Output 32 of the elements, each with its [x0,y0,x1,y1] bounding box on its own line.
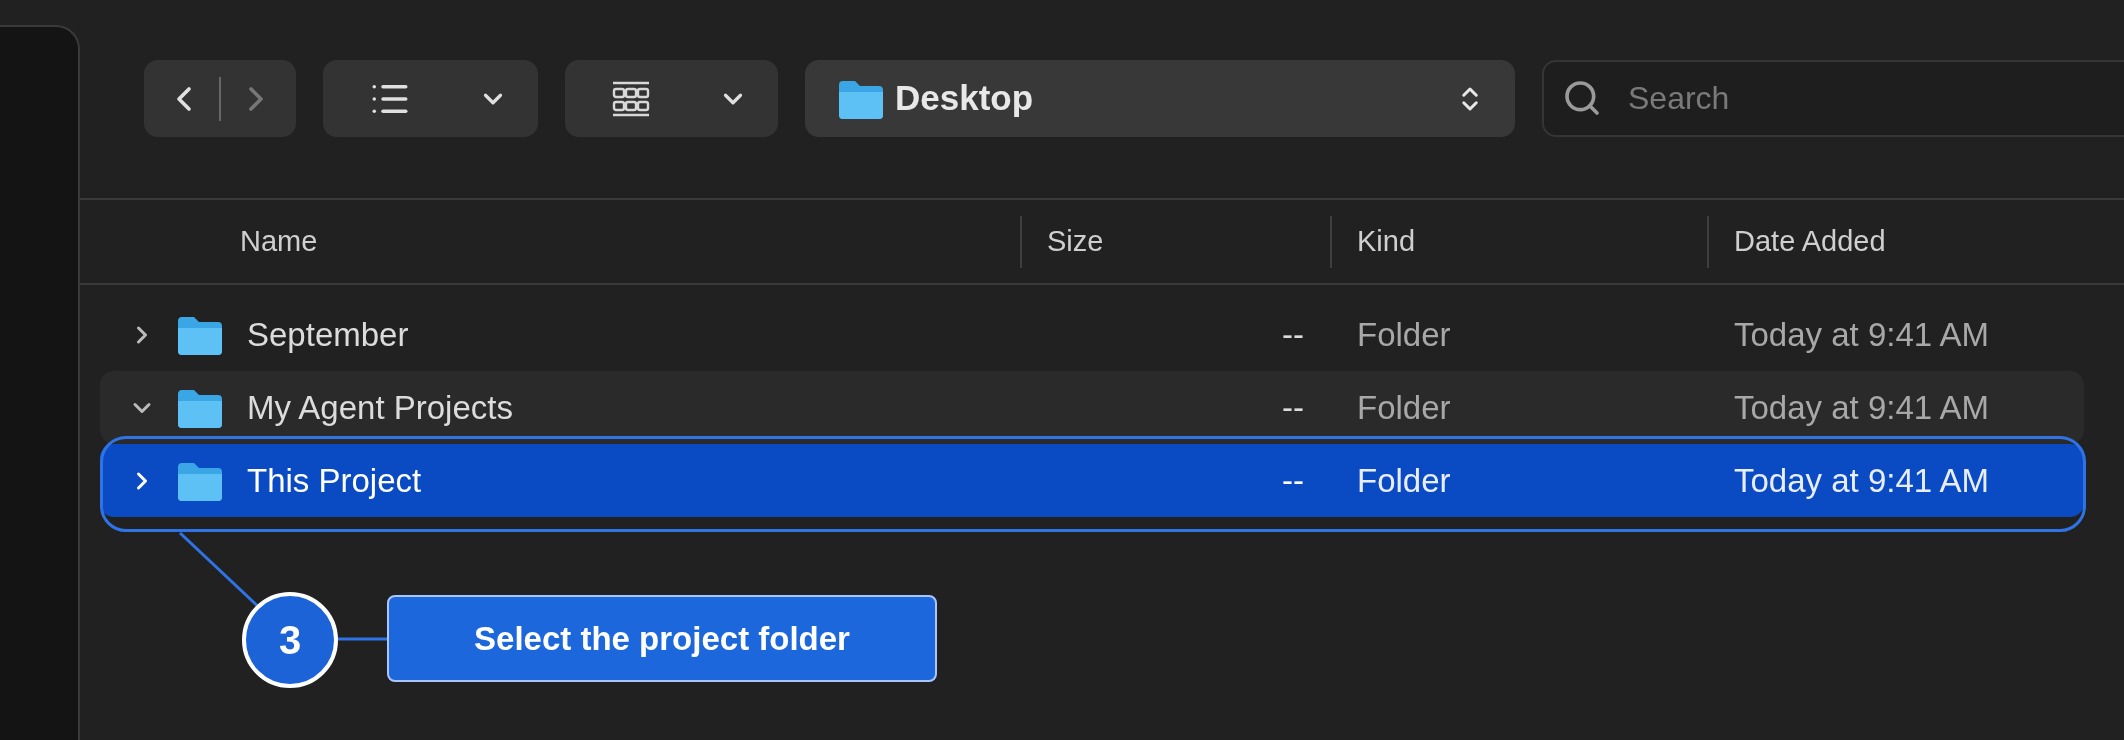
file-name: September [247,314,409,355]
column-header[interactable]: Date Added [1734,219,1886,264]
grid-view-icon [611,80,651,117]
file-kind: Folder [1357,388,1451,426]
file-name: My Agent Projects [247,387,513,428]
grid-view-button[interactable] [565,60,778,137]
date-added: Today at 9:41 AM [1734,461,1989,499]
leader-line [336,637,388,641]
folder-icon [176,460,224,501]
column-header[interactable]: Kind [1357,219,1416,264]
folder-icon [176,387,224,428]
file-row[interactable]: September -- Folder Today at 9:41 AM [100,298,2084,371]
path-dropdown[interactable]: Desktop [805,60,1515,137]
file-row[interactable]: This Project -- Folder Today at 9:41 AM [100,444,2084,517]
step-number: 3 [242,592,338,688]
file-size: -- [1282,315,1304,353]
search-field[interactable]: Search [1542,60,2124,137]
callout-label: Select the project folder [387,595,937,682]
file-kind: Folder [1357,315,1451,353]
search-icon [1562,78,1602,118]
date-added: Today at 9:41 AM [1734,315,1989,353]
file-kind: Folder [1357,461,1451,499]
list-view-button[interactable] [323,60,538,137]
date-added: Today at 9:41 AM [1734,388,1989,426]
file-size: -- [1282,388,1304,426]
file-size: -- [1282,461,1304,499]
column-header[interactable]: Name [240,224,318,257]
file-row[interactable]: My Agent Projects -- Folder Today at 9:41 AM [100,371,2084,444]
file-name: This Project [247,460,422,501]
folder-icon [837,78,885,119]
column-header[interactable]: Size [1047,219,1104,264]
folder-icon [176,314,224,355]
